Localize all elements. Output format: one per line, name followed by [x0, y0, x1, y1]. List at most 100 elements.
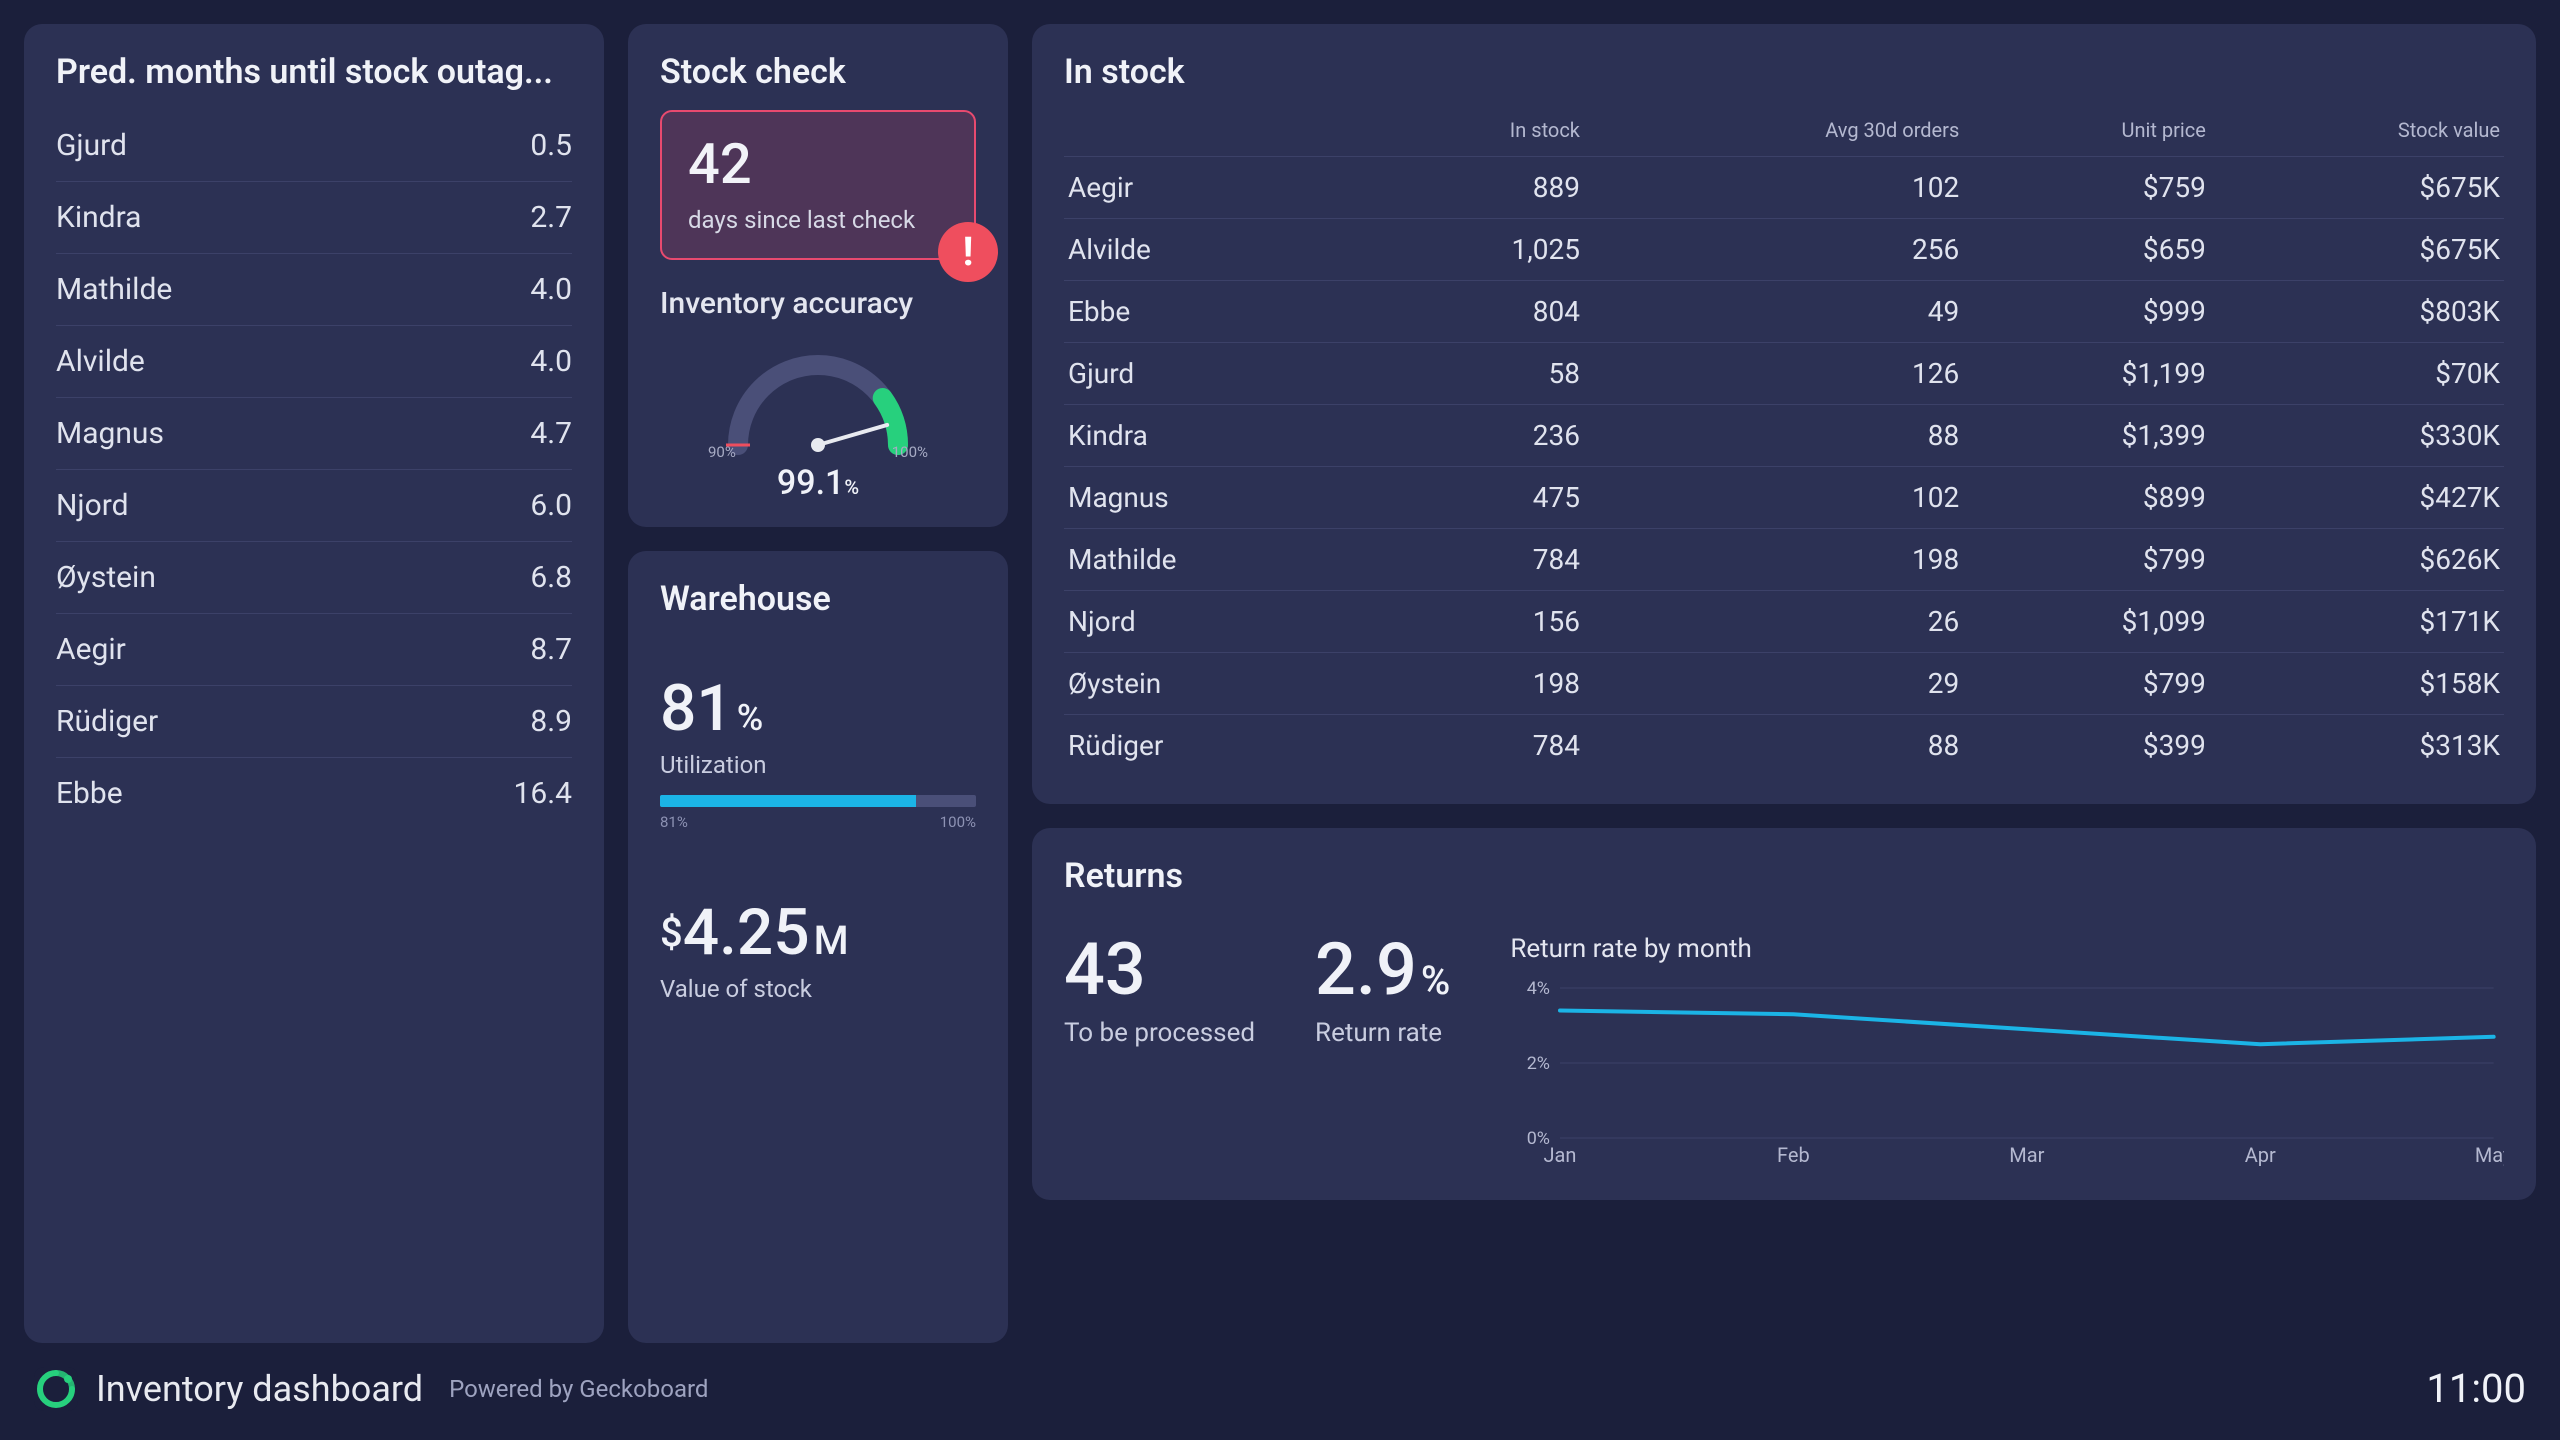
inventory-accuracy-value: 99.1%: [660, 463, 976, 503]
inventory-accuracy-gauge: 90% 100% 99.1%: [660, 335, 976, 503]
outage-row: Njord 6.0: [56, 470, 572, 542]
card-returns: Returns 43 To be processed 2.9% Return r…: [1032, 828, 2536, 1200]
table-cell: 58: [1375, 343, 1584, 405]
table-cell: Magnus: [1064, 467, 1375, 529]
warehouse-utilization-value: 81%: [660, 677, 976, 741]
outage-row-name: Alvilde: [56, 344, 145, 379]
table-cell: $675K: [2210, 157, 2504, 219]
outage-row-name: Njord: [56, 488, 129, 523]
outage-row-name: Øystein: [56, 560, 156, 595]
svg-text:Jan: Jan: [1544, 1143, 1577, 1167]
footer: Inventory dashboard Powered by Geckoboar…: [24, 1343, 2536, 1416]
table-cell: Kindra: [1064, 405, 1375, 467]
table-cell: 88: [1584, 715, 1963, 777]
table-row: Aegir889102$759$675K: [1064, 157, 2504, 219]
returns-rate-value: 2.9%: [1315, 934, 1450, 1006]
outage-row-value: 4.0: [530, 272, 572, 307]
table-cell: 102: [1584, 157, 1963, 219]
stock-check-value: 42: [688, 136, 948, 192]
outage-row: Rüdiger8.9: [56, 686, 572, 758]
outage-row: Kindra2.7: [56, 182, 572, 254]
outage-row-name: Magnus: [56, 416, 164, 451]
table-cell: 236: [1375, 405, 1584, 467]
table-header-cell: [1064, 110, 1375, 157]
table-cell: 198: [1584, 529, 1963, 591]
table-row: Rüdiger78488$399$313K: [1064, 715, 2504, 777]
utilization-progress-bar: [660, 795, 976, 807]
returns-line-chart: 0%2%4%JanFebMarAprMay: [1510, 978, 2504, 1168]
table-cell: 889: [1375, 157, 1584, 219]
table-cell: Njord: [1064, 591, 1375, 653]
outage-row-value: 8.7: [530, 632, 572, 667]
svg-text:4%: 4%: [1527, 978, 1550, 999]
outage-row-value: 8.9: [530, 704, 572, 739]
outage-row-name: Mathilde: [56, 272, 172, 307]
table-cell: $399: [1963, 715, 2210, 777]
table-cell: $803K: [2210, 281, 2504, 343]
table-row: Njord15626$1,099$171K: [1064, 591, 2504, 653]
gauge-max-label: 100%: [892, 443, 928, 461]
table-cell: $799: [1963, 529, 2210, 591]
table-cell: $799: [1963, 653, 2210, 715]
outage-row-value: 16.4: [514, 776, 573, 811]
table-cell: $759: [1963, 157, 2210, 219]
utilization-progress-labels: 81% 100%: [660, 813, 976, 831]
warehouse-stock-value-label: Value of stock: [660, 975, 976, 1003]
stock-check-alert-box: 42 days since last check: [660, 110, 976, 260]
outage-row-value: 6.8: [530, 560, 572, 595]
outage-row-name: Aegir: [56, 632, 126, 667]
card-warehouse: Warehouse 81% Utilization 81% 100% $4.25…: [628, 551, 1008, 1343]
card-title-stock-check: Stock check: [660, 52, 976, 92]
table-header-cell: Unit price: [1963, 110, 2210, 157]
outage-row-name: Kindra: [56, 200, 142, 235]
table-cell: 88: [1584, 405, 1963, 467]
outage-row-value: 6.0: [530, 488, 572, 523]
footer-clock: 11:00: [2426, 1365, 2526, 1412]
warehouse-utilization-label: Utilization: [660, 751, 976, 779]
table-cell: 26: [1584, 591, 1963, 653]
table-cell: Aegir: [1064, 157, 1375, 219]
card-in-stock: In stock In stockAvg 30d ordersUnit pric…: [1032, 24, 2536, 804]
dashboard: Pred. months until stock outag... Gjurd0…: [0, 0, 2560, 1440]
svg-text:Mar: Mar: [2010, 1143, 2045, 1167]
returns-to-process-value: 43: [1064, 934, 1255, 1006]
outage-row-value: 4.7: [530, 416, 572, 451]
outage-row-value: 0.5: [530, 128, 572, 163]
table-row: Øystein19829$799$158K: [1064, 653, 2504, 715]
table-row: Mathilde784198$799$626K: [1064, 529, 2504, 591]
table-cell: $659: [1963, 219, 2210, 281]
table-header-cell: In stock: [1375, 110, 1584, 157]
table-cell: $675K: [2210, 219, 2504, 281]
card-predicted-outage: Pred. months until stock outag... Gjurd0…: [24, 24, 604, 1343]
table-cell: 1,025: [1375, 219, 1584, 281]
table-cell: 804: [1375, 281, 1584, 343]
outage-row: Ebbe16.4: [56, 758, 572, 829]
svg-text:Feb: Feb: [1777, 1143, 1810, 1167]
outage-row: Øystein 6.8: [56, 542, 572, 614]
outage-list: Gjurd0.5Kindra2.7Mathilde4.0Alvilde4.0Ma…: [56, 110, 572, 829]
table-cell: $70K: [2210, 343, 2504, 405]
outage-row-value: 4.0: [530, 344, 572, 379]
table-cell: Øystein: [1064, 653, 1375, 715]
alert-icon: [938, 222, 998, 282]
table-cell: 784: [1375, 529, 1584, 591]
table-cell: 475: [1375, 467, 1584, 529]
table-cell: $1,099: [1963, 591, 2210, 653]
warehouse-stock-value: $4.25M: [660, 901, 976, 965]
table-cell: $330K: [2210, 405, 2504, 467]
table-cell: 49: [1584, 281, 1963, 343]
returns-rate-label: Return rate: [1315, 1018, 1450, 1048]
column-middle: Stock check 42 days since last check Inv…: [628, 24, 1008, 1343]
table-cell: Rüdiger: [1064, 715, 1375, 777]
card-stock-check: Stock check 42 days since last check Inv…: [628, 24, 1008, 527]
table-cell: Mathilde: [1064, 529, 1375, 591]
gauge-min-label: 90%: [708, 443, 736, 461]
stock-check-sub: days since last check: [688, 206, 948, 234]
returns-chart-title: Return rate by month: [1510, 934, 2504, 964]
table-cell: 156: [1375, 591, 1584, 653]
returns-rate: 2.9% Return rate: [1315, 934, 1450, 1048]
table-cell: 198: [1375, 653, 1584, 715]
svg-text:May: May: [2475, 1143, 2504, 1167]
table-cell: $427K: [2210, 467, 2504, 529]
table-cell: Ebbe: [1064, 281, 1375, 343]
